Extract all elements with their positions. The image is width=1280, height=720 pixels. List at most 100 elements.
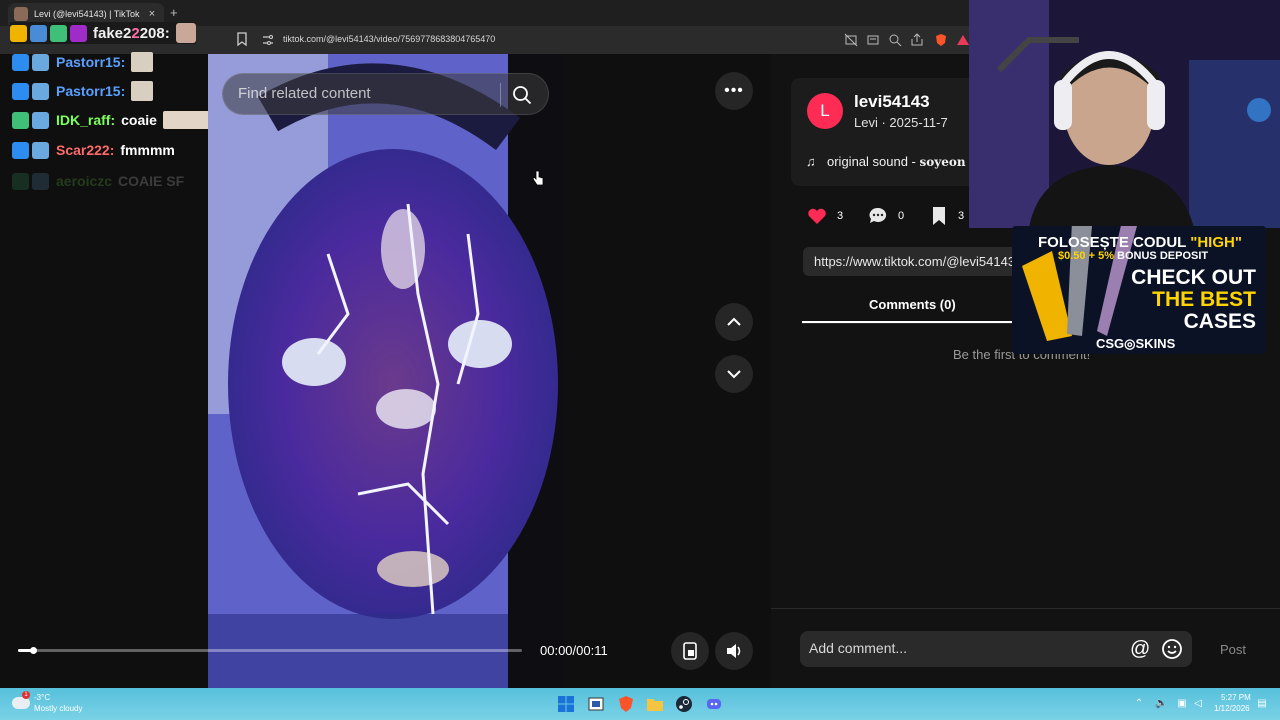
more-options-button[interactable]: •••: [715, 72, 753, 110]
discord-icon[interactable]: [705, 695, 723, 713]
sub-badge-icon: [32, 172, 49, 190]
chat-username: IDK_raff:: [56, 112, 116, 128]
og-badge-icon: [12, 82, 29, 100]
video-time: 00:00/00:11: [540, 643, 608, 658]
weather-temp[interactable]: -3°C: [34, 693, 50, 702]
search-icon[interactable]: [511, 84, 533, 106]
tab-title: Levi (@levi54143) | TikTok: [34, 9, 140, 19]
comment-icon: [869, 207, 887, 223]
tab-close-icon[interactable]: ×: [146, 8, 158, 20]
sub-badge-icon: [32, 111, 49, 129]
floating-player-icon: [683, 642, 697, 660]
progress-handle[interactable]: [30, 647, 38, 654]
video-frame-image: [208, 54, 565, 688]
share-icon[interactable]: [910, 33, 924, 47]
no-image-icon[interactable]: [844, 33, 858, 47]
bookmark-icon: [933, 207, 945, 225]
platform-badge-icon: [70, 24, 87, 42]
chat-emote: [131, 81, 154, 101]
chat-username: Pastorr15:: [56, 83, 126, 99]
video-progress-bar[interactable]: [18, 647, 522, 654]
author-meta: Levi · 2025-11-7: [854, 115, 948, 130]
chat-message: aeroiczc COAIE SF: [12, 170, 184, 192]
sub-badge-icon: [32, 82, 49, 100]
bookmark-icon[interactable]: [236, 32, 248, 46]
volume-button[interactable]: [715, 632, 753, 670]
chat-message: Pastorr15:: [12, 51, 154, 73]
hand-cursor-icon: [532, 170, 544, 186]
post-button[interactable]: Post: [1220, 642, 1246, 657]
video-player[interactable]: [208, 54, 565, 688]
chat-message-top: fake22208:: [10, 22, 196, 44]
gift-badge-icon: [50, 24, 67, 42]
chat-username: aeroiczc: [56, 173, 113, 189]
network-icon[interactable]: ▣: [1176, 698, 1188, 710]
chat-text: COAIE SF: [118, 173, 185, 189]
chat-message: IDK_raff: coaie: [12, 109, 219, 131]
save-count: 3: [958, 210, 965, 222]
webcam-image: [969, 0, 1280, 228]
comment-button[interactable]: 0: [868, 206, 904, 226]
file-explorer-icon[interactable]: [646, 695, 664, 713]
sponsor-banner: FOLOSEȘTE CODUL "HIGH" $0.50 + 5% BONUS …: [1012, 226, 1266, 354]
weather-desc[interactable]: Mostly cloudy: [34, 704, 82, 713]
volume-icon[interactable]: ◁: [1192, 698, 1204, 710]
sub-badge-icon: [32, 53, 49, 71]
sub-badge-icon: [32, 141, 49, 159]
chat-username: Pastorr15:: [56, 54, 126, 70]
taskbar: 1 -3°C Mostly cloudy ⌃ 🔈 ▣ ◁ 5:27 PM 1/1…: [0, 688, 1280, 720]
url-text[interactable]: tiktok.com/@levi54143/video/756977868380…: [283, 34, 495, 44]
sound-link[interactable]: original sound - soyeon: [827, 154, 966, 169]
clock-date[interactable]: 1/12/2026: [1214, 704, 1250, 713]
brave-browser-icon[interactable]: [617, 695, 635, 713]
reader-icon[interactable]: [866, 33, 880, 47]
og-badge-icon: [12, 172, 29, 190]
chevron-up-icon[interactable]: ⌃: [1133, 698, 1145, 710]
chevron-down-icon: [727, 370, 741, 379]
windows-start-icon[interactable]: [557, 695, 575, 713]
cloud-icon[interactable]: [12, 697, 30, 709]
site-settings-icon[interactable]: [262, 34, 274, 46]
author-username[interactable]: levi54143: [854, 92, 930, 112]
comment-input[interactable]: [809, 640, 1109, 656]
tab-underline: [802, 321, 1026, 323]
clock-time[interactable]: 5:27 PM: [1221, 693, 1251, 702]
avatar[interactable]: L: [807, 93, 843, 129]
previous-video-button[interactable]: [715, 303, 753, 341]
steam-icon[interactable]: [675, 695, 693, 713]
notification-badge: 1: [22, 691, 30, 699]
og-badge-icon: [12, 53, 29, 71]
tab-comments[interactable]: Comments (0): [869, 297, 956, 312]
chat-emote: [131, 52, 154, 72]
like-button[interactable]: 3: [807, 206, 843, 226]
zoom-icon[interactable]: [888, 33, 902, 47]
floating-player-button[interactable]: [671, 632, 709, 670]
ad-bonus: $0.50 + 5% BONUS DEPOSIT: [1058, 250, 1209, 262]
chat-emote: [175, 23, 196, 43]
crown-badge-icon: [10, 24, 27, 42]
mention-button[interactable]: @: [1130, 638, 1150, 661]
ad-line: THE BEST: [1152, 288, 1256, 311]
task-view-icon[interactable]: [587, 695, 605, 713]
chat-username: Scar222:: [56, 142, 115, 158]
brave-rewards-icon[interactable]: [956, 33, 970, 47]
notifications-icon[interactable]: ▤: [1256, 698, 1268, 710]
related-search: [222, 73, 549, 115]
like-count: 3: [837, 210, 844, 222]
search-divider: [500, 83, 501, 107]
chat-username: fake22208:: [93, 24, 170, 42]
ad-brand-logo: CSG◎SKINS: [1096, 336, 1176, 351]
chat-message: Scar222: fmmmm: [12, 139, 175, 161]
video-link: https://www.tiktok.com/@levi54143/video/…: [814, 254, 1023, 269]
brave-shield-icon[interactable]: [934, 33, 948, 47]
ad-line: CASES: [1183, 310, 1256, 333]
save-button[interactable]: 3: [930, 206, 964, 226]
chevron-up-icon: [727, 317, 741, 326]
emoji-icon[interactable]: [1161, 638, 1183, 660]
search-input[interactable]: [238, 85, 498, 102]
ad-line: CHECK OUT: [1131, 266, 1256, 289]
video-link-box[interactable]: https://www.tiktok.com/@levi54143/video/…: [803, 247, 1023, 276]
speaker-icon[interactable]: 🔈: [1155, 698, 1167, 710]
next-video-button[interactable]: [715, 355, 753, 393]
new-tab-button[interactable]: +: [170, 5, 178, 20]
